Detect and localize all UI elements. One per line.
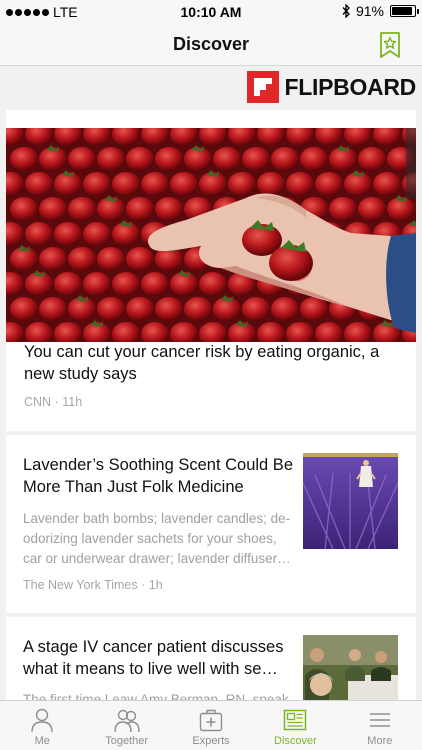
navigation-bar: Discover	[0, 24, 422, 66]
article-title[interactable]: Lavender’s Soothing Scent Could Be More …	[23, 454, 298, 498]
tab-label: Experts	[192, 735, 230, 747]
people-icon	[113, 709, 140, 733]
article-source[interactable]: The New York Times	[23, 578, 138, 592]
tab-label: More	[367, 735, 393, 747]
page-title: Discover	[172, 34, 250, 54]
article-card[interactable]: A stage IV cancer patient discusses what…	[6, 617, 416, 707]
menu-icon	[369, 713, 390, 727]
tab-together[interactable]: Together	[84, 701, 168, 750]
meta-separator: ·	[141, 578, 149, 592]
flipboard-logo	[246, 71, 279, 103]
article-hero-image[interactable]	[6, 128, 416, 342]
tab-bar: Me Together Experts Discover More	[0, 700, 422, 750]
person-icon	[31, 708, 53, 733]
article-title[interactable]: You can cut your cancer risk by eating o…	[24, 341, 398, 385]
flipboard-wordmark: FLIPBOARD	[284, 73, 417, 100]
article-meta: The New York Times · 1h	[23, 578, 163, 592]
tab-label: Me	[34, 735, 50, 747]
article-card[interactable]: Lavender’s Soothing Scent Could Be More …	[6, 435, 416, 613]
status-bar: LTE 10:10 AM 91%	[0, 0, 422, 24]
bookmark-star-icon[interactable]	[378, 31, 402, 59]
tab-label: Together	[105, 735, 149, 747]
flipboard-brand: FLIPBOARD	[246, 71, 417, 103]
article-thumbnail[interactable]	[303, 453, 398, 549]
article-excerpt: Lavender bath bombs; lavender candles; d…	[23, 511, 291, 566]
article-age: 11h	[62, 395, 83, 409]
tab-more[interactable]: More	[338, 701, 422, 750]
medical-bag-icon	[199, 709, 223, 732]
article-meta: CNN · 11h	[24, 395, 82, 409]
bluetooth-icon	[342, 4, 350, 18]
news-icon	[284, 709, 307, 731]
status-right: 91%	[342, 3, 419, 19]
article-source[interactable]: CNN	[24, 395, 51, 409]
battery-fill	[392, 7, 413, 15]
article-card[interactable]: You can cut your cancer risk by eating o…	[6, 110, 416, 431]
tab-discover[interactable]: Discover	[253, 701, 337, 750]
article-thumbnail[interactable]	[303, 635, 398, 707]
article-age: 1h	[148, 578, 163, 592]
battery-icon	[390, 5, 419, 17]
battery-percent: 91%	[355, 3, 384, 19]
tab-experts[interactable]: Experts	[169, 701, 253, 750]
article-title[interactable]: A stage IV cancer patient discusses what…	[23, 636, 298, 680]
tab-me[interactable]: Me	[0, 701, 84, 750]
tab-label: Discover	[274, 735, 317, 747]
